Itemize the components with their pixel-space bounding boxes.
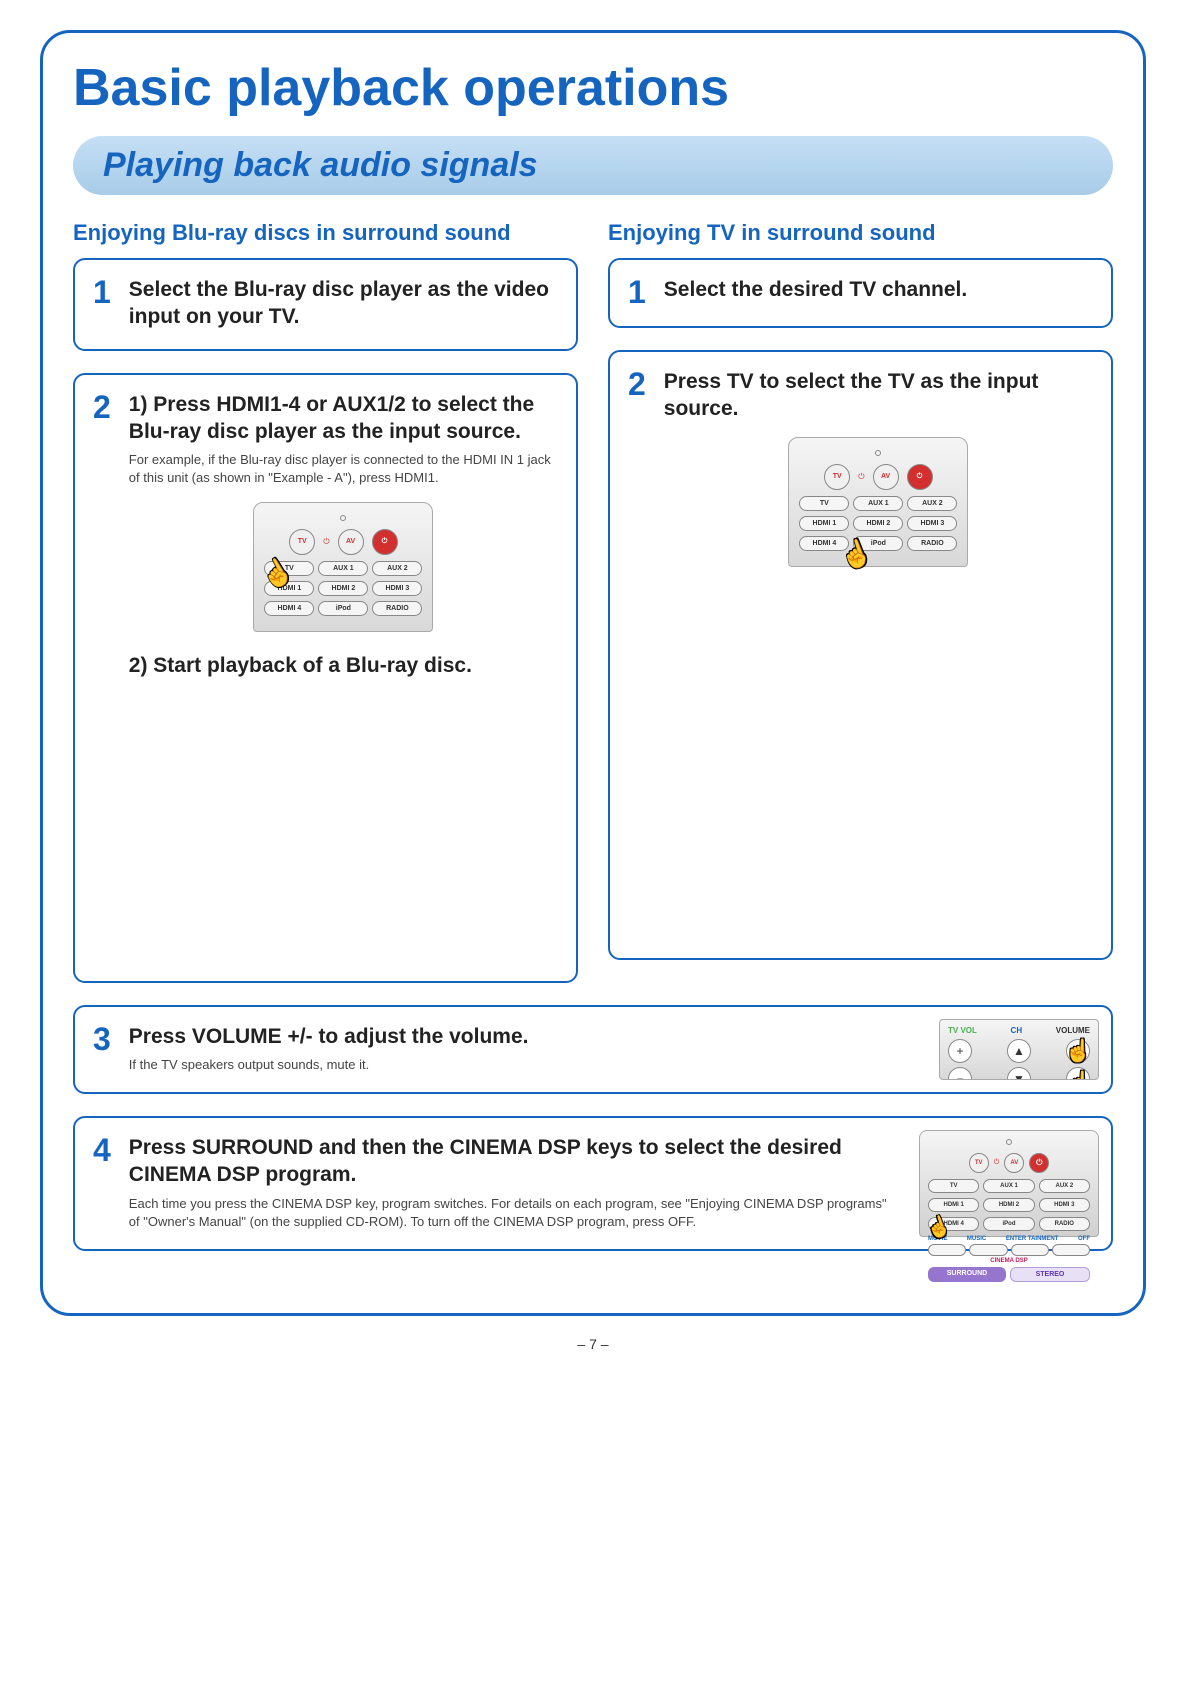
step3-sub: If the TV speakers output sounds, mute i… <box>129 1056 913 1074</box>
left-step2-main2: 2) Start playback of a Blu-ray disc. <box>129 652 558 679</box>
remote-tv-btn: TV <box>799 496 849 511</box>
dsp-movie-btn <box>928 1244 966 1256</box>
two-columns: Enjoying Blu-ray discs in surround sound… <box>73 220 1113 1005</box>
left-step2-box: 2 1) Press HDMI1-4 or AUX1/2 to select t… <box>73 373 578 983</box>
remote-aux1-btn: AUX 1 <box>983 1179 1034 1193</box>
vol-minus-icon: − <box>1066 1067 1090 1080</box>
remote-hdmi2-btn: HDMI 2 <box>983 1198 1034 1212</box>
enter-label: ENTER TAINMENT <box>1006 1236 1059 1242</box>
remote-hdmi2-btn: HDMI 2 <box>318 581 368 596</box>
remote-hdmi2-btn: HDMI 2 <box>853 516 903 531</box>
off-label: OFF <box>1078 1236 1090 1242</box>
vol-plus-icon: + <box>1066 1039 1090 1063</box>
left-step2-main1: 1) Press HDMI1-4 or AUX1/2 to select the… <box>129 391 558 446</box>
remote-tv-power: TV <box>969 1153 989 1173</box>
remote-hdmi4-btn: HDMI 4 <box>799 536 849 551</box>
page-frame: Basic playback operations Playing back a… <box>40 30 1146 1316</box>
step4-box: 4 Press SURROUND and then the CINEMA DSP… <box>73 1116 1113 1251</box>
left-subheading: Enjoying Blu-ray discs in surround sound <box>73 220 578 246</box>
dsp-music-btn <box>969 1244 1007 1256</box>
remote-hdmi1-btn: HDMI 1 <box>264 581 314 596</box>
volume-panel-illustration: TV VOL CH VOLUME +− ▲▼ +− TV TV ☝ ☝ <box>939 1019 1099 1080</box>
remote-aux1-btn: AUX 1 <box>853 496 903 511</box>
step3-main: Press VOLUME +/- to adjust the volume. <box>129 1023 913 1050</box>
left-column: Enjoying Blu-ray discs in surround sound… <box>73 220 578 1005</box>
step4-sub: Each time you press the CINEMA DSP key, … <box>129 1195 893 1231</box>
remote-ipod-btn: iPod <box>853 536 903 551</box>
remote-tv-btn: TV <box>264 561 314 576</box>
remote-av-power: AV <box>338 529 364 555</box>
remote-hdmi3-btn: HDMI 3 <box>907 516 957 531</box>
music-label: MUSIC <box>967 1236 986 1242</box>
remote-illustration-left: TV ⏻ AV ⏻ TV AUX 1 AUX 2 <box>253 502 433 632</box>
ch-up-icon: ▲ <box>1007 1039 1031 1063</box>
remote-aux2-btn: AUX 2 <box>907 496 957 511</box>
remote-tv-power: TV <box>289 529 315 555</box>
remote-aux2-btn: AUX 2 <box>372 561 422 576</box>
remote-radio-btn: RADIO <box>372 601 422 616</box>
dsp-off-btn <box>1052 1244 1090 1256</box>
section-header: Playing back audio signals <box>73 136 1113 195</box>
step-number: 4 <box>93 1134 111 1231</box>
remote-ipod-btn: iPod <box>318 601 368 616</box>
ch-down-icon: ▼ <box>1007 1067 1031 1080</box>
page-footer: – 7 – <box>40 1336 1146 1352</box>
left-step2-sub: For example, if the Blu-ray disc player … <box>129 451 558 487</box>
remote-power: ⏻ <box>907 464 933 490</box>
section-header-text: Playing back audio signals <box>103 146 1083 185</box>
step-number: 2 <box>628 368 646 581</box>
remote-tv-btn: TV <box>928 1179 979 1193</box>
right-step2-main: Press TV to select the TV as the input s… <box>664 368 1093 423</box>
remote-power: ⏻ <box>372 529 398 555</box>
right-step2-box: 2 Press TV to select the TV as the input… <box>608 350 1113 960</box>
step-number: 2 <box>93 391 111 679</box>
remote-hdmi4-btn: HDMI 4 <box>264 601 314 616</box>
remote-hdmi3-btn: HDMI 3 <box>1039 1198 1090 1212</box>
surround-btn: SURROUND <box>928 1267 1006 1282</box>
step-number: 1 <box>628 276 646 308</box>
remote-ipod-btn: iPod <box>983 1217 1034 1231</box>
remote-hdmi1-btn: HDMI 1 <box>928 1198 979 1212</box>
remote-tv-power: TV <box>824 464 850 490</box>
cinema-dsp-banner: CINEMA DSP <box>928 1258 1090 1264</box>
remote-radio-btn: RADIO <box>1039 1217 1090 1231</box>
dsp-panel-illustration: TV ⏻ AV ⏻ TVAUX 1AUX 2 HDMI 1HDMI 2HDMI … <box>919 1130 1099 1237</box>
ch-label: CH <box>1011 1026 1023 1035</box>
remote-power: ⏻ <box>1029 1153 1049 1173</box>
tvvol-plus-icon: + <box>948 1039 972 1063</box>
remote-av-power: AV <box>1004 1153 1024 1173</box>
step-number: 3 <box>93 1023 111 1074</box>
movie-label: MOVIE <box>928 1236 947 1242</box>
right-step1-main: Select the desired TV channel. <box>664 276 1093 303</box>
volume-label: VOLUME <box>1056 1026 1090 1035</box>
step4-main: Press SURROUND and then the CINEMA DSP k… <box>129 1134 893 1189</box>
remote-aux1-btn: AUX 1 <box>318 561 368 576</box>
step3-box: 3 Press VOLUME +/- to adjust the volume.… <box>73 1005 1113 1094</box>
remote-hdmi4-btn: HDMI 4 <box>928 1217 979 1231</box>
tvvol-label: TV VOL <box>948 1026 977 1035</box>
right-subheading: Enjoying TV in surround sound <box>608 220 1113 246</box>
step-number: 1 <box>93 276 111 331</box>
remote-aux2-btn: AUX 2 <box>1039 1179 1090 1193</box>
stereo-btn: STEREO <box>1010 1267 1090 1282</box>
left-step1-main: Select the Blu-ray disc player as the vi… <box>129 276 558 331</box>
remote-hdmi3-btn: HDMI 3 <box>372 581 422 596</box>
remote-illustration-right: TV ⏻ AV ⏻ TV AUX 1 AUX 2 <box>788 437 968 567</box>
right-column: Enjoying TV in surround sound 1 Select t… <box>608 220 1113 1005</box>
remote-av-power: AV <box>873 464 899 490</box>
left-step1-box: 1 Select the Blu-ray disc player as the … <box>73 258 578 351</box>
dsp-enter-btn <box>1011 1244 1049 1256</box>
remote-hdmi1-btn: HDMI 1 <box>799 516 849 531</box>
remote-radio-btn: RADIO <box>907 536 957 551</box>
page-title: Basic playback operations <box>73 58 1113 118</box>
right-step1-box: 1 Select the desired TV channel. <box>608 258 1113 328</box>
tvvol-minus-icon: − <box>948 1067 972 1080</box>
